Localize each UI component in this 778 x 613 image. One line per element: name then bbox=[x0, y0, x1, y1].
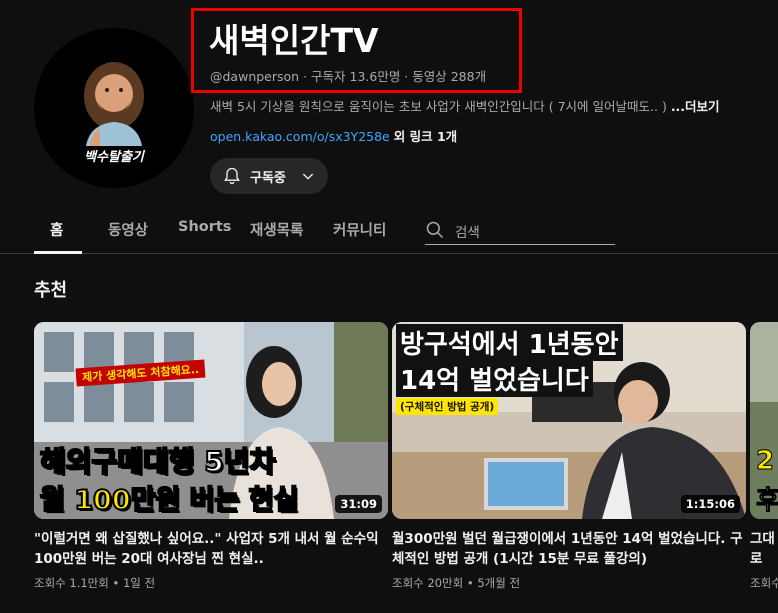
video-meta: 조회수 20만회 • 5개월 전 bbox=[392, 576, 521, 590]
chevron-down-icon bbox=[302, 173, 314, 180]
more-link[interactable]: ...더보기 bbox=[671, 99, 720, 114]
tab-videos[interactable]: 동영상 bbox=[108, 219, 148, 240]
description-text: 새벽 5시 기상을 원칙으로 움직이는 초보 사업가 새벽인간입니다 ( 7시에… bbox=[210, 99, 667, 114]
channel-tabs: 홈 동영상 Shorts 재생목록 커뮤니티 검색 bbox=[0, 206, 778, 254]
video-count: 동영상 288개 bbox=[412, 69, 487, 84]
active-tab-indicator bbox=[34, 251, 82, 254]
channel-links[interactable]: open.kakao.com/o/sx3Y258e 외 링크 1개 bbox=[210, 126, 457, 145]
video-thumbnail[interactable]: 제가 생각해도 처참해요.. 해외구매대행 5년차 월 100만원 버는 현실 … bbox=[34, 322, 388, 519]
view-count: 조회수 1.1만회 bbox=[34, 576, 109, 590]
avatar-caption: 백수탈출기 bbox=[84, 150, 144, 165]
tab-community[interactable]: 커뮤니티 bbox=[333, 219, 386, 240]
bell-icon bbox=[224, 167, 240, 185]
search-icon[interactable] bbox=[425, 220, 445, 240]
tab-home[interactable]: 홈 bbox=[50, 219, 63, 240]
thumb-line-2: 후 bbox=[756, 486, 778, 517]
thumb-tag: (구체적인 방법 공개) bbox=[396, 398, 499, 415]
thumb-line-1: 2 bbox=[755, 446, 775, 477]
tab-shorts[interactable]: Shorts bbox=[178, 219, 231, 235]
video-meta: 조회수 1.1만회 • 1일 전 bbox=[34, 576, 156, 590]
section-title: 추천 bbox=[34, 280, 68, 301]
video-card[interactable]: 2 후 그대로 은 방 조회수 bbox=[750, 322, 778, 591]
video-card[interactable]: 제가 생각해도 처참해요.. 해외구매대행 5년차 월 100만원 버는 현실 … bbox=[34, 322, 388, 591]
search-input[interactable]: 검색 bbox=[455, 221, 480, 241]
video-title[interactable]: 월300만원 벌던 월급쟁이에서 1년동안 14억 벌었습니다. 구체적인 방법… bbox=[392, 529, 746, 569]
video-thumbnail[interactable]: 2 후 bbox=[750, 322, 778, 519]
tab-playlists[interactable]: 재생목록 bbox=[250, 219, 303, 240]
upload-age: 1일 전 bbox=[122, 576, 156, 590]
channel-meta: @dawnperson · 구독자 13.6만명 · 동영상 288개 bbox=[210, 69, 487, 84]
thumb-line-1: 방구석에서 1년동안 bbox=[396, 324, 623, 361]
thumb-line-2: 14억 벌었습니다 bbox=[396, 360, 593, 397]
view-count: 조회수 20만회 bbox=[392, 576, 464, 590]
video-meta: 조회수 bbox=[750, 576, 778, 590]
thumb-line-1: 해외구매대행 5년차 bbox=[39, 444, 276, 479]
video-title[interactable]: "이럴거면 왜 삽질했나 싶어요.." 사업자 5개 내서 월 순수익 100만… bbox=[34, 529, 388, 569]
upload-age: 5개월 전 bbox=[477, 576, 521, 590]
video-title[interactable]: 그대로 은 방 bbox=[750, 529, 778, 569]
channel-description[interactable]: 새벽 5시 기상을 원칙으로 움직이는 초보 사업가 새벽인간입니다 ( 7시에… bbox=[210, 96, 720, 115]
subscriber-count: 구독자 13.6만명 bbox=[311, 69, 401, 84]
video-thumbnail[interactable]: 방구석에서 1년동안 14억 벌었습니다 (구체적인 방법 공개) 1:15:0… bbox=[392, 322, 746, 519]
video-duration: 31:09 bbox=[335, 495, 382, 513]
kakao-link[interactable]: open.kakao.com/o/sx3Y258e bbox=[210, 129, 390, 144]
video-card[interactable]: 방구석에서 1년동안 14억 벌었습니다 (구체적인 방법 공개) 1:15:0… bbox=[392, 322, 746, 591]
channel-search[interactable]: 검색 bbox=[425, 218, 615, 245]
subscribe-label: 구독중 bbox=[250, 170, 286, 186]
thumb-line-2: 월 100만원 버는 현실 bbox=[39, 484, 299, 517]
channel-title: 새벽인간TV bbox=[209, 21, 379, 60]
subscribe-button[interactable]: 구독중 bbox=[210, 158, 328, 194]
video-duration: 1:15:06 bbox=[680, 495, 740, 513]
channel-handle: @dawnperson bbox=[210, 69, 300, 84]
channel-avatar[interactable]: 백수탈출기 bbox=[34, 28, 194, 188]
more-links[interactable]: 외 링크 1개 bbox=[394, 129, 457, 144]
